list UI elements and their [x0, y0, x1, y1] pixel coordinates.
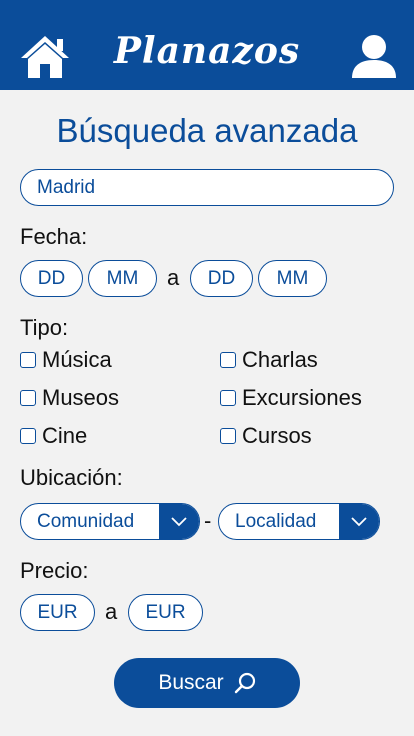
checkbox-label: Excursiones [242, 385, 362, 410]
checkbox-label: Música [42, 347, 112, 372]
checkbox-box[interactable] [220, 390, 236, 406]
search-button[interactable]: Buscar [114, 658, 300, 708]
checkbox-cursos[interactable]: Cursos [220, 423, 312, 449]
price-max-input[interactable]: EUR [128, 594, 203, 631]
checkbox-musica[interactable]: Música [20, 347, 112, 373]
page-title: Búsqueda avanzada [56, 112, 358, 149]
tipo-label: Tipo: [20, 315, 69, 340]
price-separator: a [105, 599, 118, 624]
location-separator: - [204, 508, 212, 533]
checkbox-charlas[interactable]: Charlas [220, 347, 318, 373]
comunidad-select[interactable]: Comunidad [20, 503, 200, 540]
checkbox-label: Museos [42, 385, 120, 410]
checkbox-label: Cine [42, 423, 88, 448]
chevron-down-icon[interactable] [339, 504, 379, 539]
localidad-select[interactable]: Localidad [218, 503, 380, 540]
comunidad-select-value: Comunidad [37, 510, 135, 532]
checkbox-box[interactable] [220, 428, 236, 444]
checkbox-box[interactable] [20, 352, 36, 368]
to-month-input[interactable]: MM [258, 260, 327, 297]
checkbox-cine[interactable]: Cine [20, 423, 87, 449]
city-search-input[interactable]: Madrid [20, 169, 394, 206]
checkbox-museos[interactable]: Museos [20, 385, 119, 411]
localidad-select-value: Localidad [235, 510, 317, 532]
checkbox-box[interactable] [20, 428, 36, 444]
chevron-down-icon[interactable] [159, 504, 199, 539]
to-day-input[interactable]: DD [190, 260, 253, 297]
ubicacion-label: Ubicación: [20, 465, 123, 490]
precio-label: Precio: [20, 558, 89, 583]
checkbox-label: Cursos [242, 423, 312, 448]
checkbox-excursiones[interactable]: Excursiones [220, 385, 362, 411]
app-header: Planazos [0, 0, 414, 90]
fecha-label: Fecha: [20, 224, 88, 249]
checkbox-label: Charlas [242, 347, 318, 372]
from-month-input[interactable]: MM [88, 260, 157, 297]
from-day-input[interactable]: DD [20, 260, 83, 297]
date-separator: a [167, 265, 180, 290]
search-button-label: Buscar [158, 671, 224, 694]
search-icon [234, 672, 256, 694]
price-min-input[interactable]: EUR [20, 594, 95, 631]
checkbox-box[interactable] [220, 352, 236, 368]
checkbox-box[interactable] [20, 390, 36, 406]
user-icon[interactable] [350, 33, 398, 79]
